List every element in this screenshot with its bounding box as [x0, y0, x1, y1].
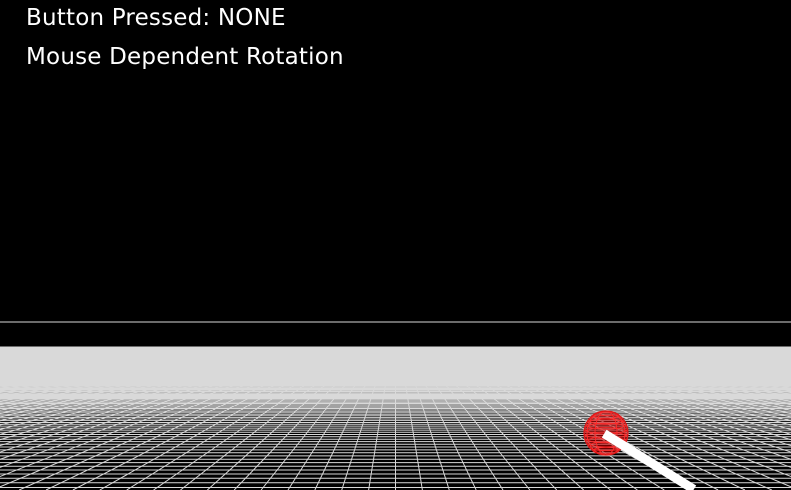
floor-grid [0, 321, 791, 490]
button-pressed-label: Button Pressed: [26, 5, 211, 31]
button-pressed-value: NONE [217, 5, 286, 31]
3d-scene[interactable] [0, 0, 791, 490]
button-pressed-status: Button Pressed: NONE [26, 4, 286, 32]
rotation-mode-text: Mouse Dependent Rotation [26, 44, 344, 70]
game-viewport[interactable]: Button Pressed: NONE Mouse Dependent Rot… [0, 0, 791, 490]
